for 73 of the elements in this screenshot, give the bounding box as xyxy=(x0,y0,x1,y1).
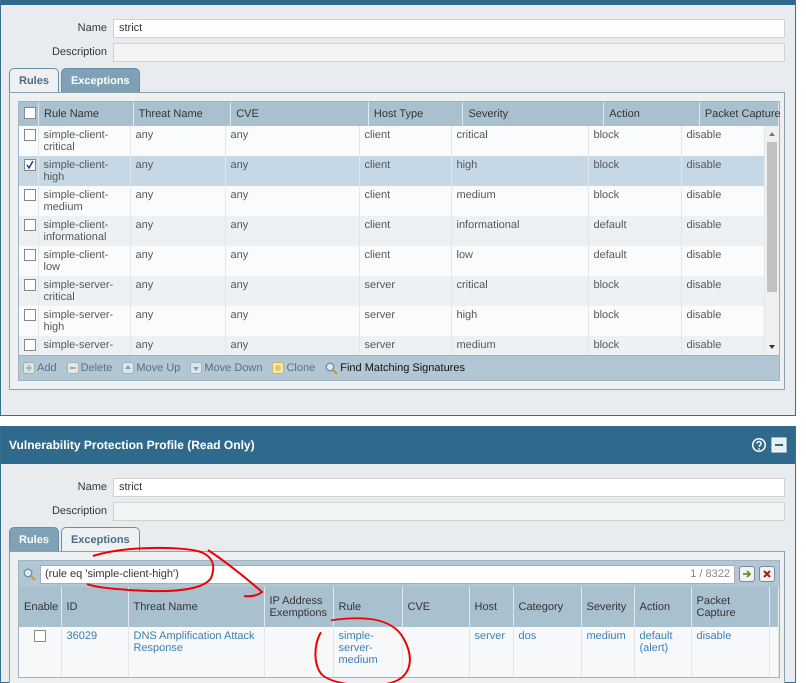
filter-field[interactable]: (rule eq 'simple-client-high') 1 / 8322 xyxy=(40,564,735,584)
tab[interactable]: Rules xyxy=(9,68,59,92)
description-field[interactable] xyxy=(113,502,785,520)
arrow-icon xyxy=(742,569,752,579)
table-row[interactable]: simple-server-critical any any server critical block disable xyxy=(19,276,765,306)
table-row[interactable]: simple-client-medium any any client medium block disable xyxy=(19,186,765,216)
column-header[interactable]: Enable xyxy=(19,587,61,627)
table-cell: dos xyxy=(513,627,581,677)
column-header[interactable]: Rule xyxy=(333,587,402,627)
field-label: Description xyxy=(50,505,107,517)
column-header[interactable]: CVE xyxy=(402,587,469,627)
checkbox[interactable] xyxy=(24,189,36,201)
tab[interactable]: Exceptions xyxy=(60,527,140,551)
table-row[interactable]: simple-client-low any any client low default disable xyxy=(19,246,765,276)
search-icon xyxy=(325,362,338,374)
scroll-down-icon[interactable] xyxy=(768,343,776,351)
column-header[interactable]: Threat Name xyxy=(128,587,264,627)
table-cell: disable xyxy=(691,627,769,677)
table-cell: DNS Amplification Attack Response xyxy=(128,627,264,677)
checkbox[interactable] xyxy=(24,106,36,118)
column-header[interactable]: Rule Name xyxy=(38,102,134,126)
help-icon[interactable] xyxy=(751,437,767,453)
table-row[interactable]: simple-server- any any server medium block disable xyxy=(19,336,765,355)
column-header[interactable]: Host Type xyxy=(368,102,463,126)
name-field[interactable]: strict xyxy=(113,478,785,496)
apply-filter-button[interactable] xyxy=(739,566,755,582)
checkbox[interactable] xyxy=(24,279,36,291)
column-header[interactable]: Packet Capture xyxy=(691,587,769,627)
toolbar-button[interactable]: Find Matching Signatures xyxy=(325,362,465,374)
name-field[interactable]: strict xyxy=(113,18,785,38)
window-title: Vulnerability Protection Profile (Read Only) xyxy=(9,438,255,452)
table-cell: server xyxy=(469,627,513,677)
scroll-up-icon[interactable] xyxy=(768,130,776,138)
plus-icon xyxy=(23,362,35,374)
filter-text: (rule eq 'simple-client-high') xyxy=(45,568,179,580)
column-header[interactable]: IP Address Exemptions xyxy=(264,587,333,627)
checkbox[interactable] xyxy=(24,159,36,171)
clone-icon xyxy=(272,362,284,374)
result-count: 1 / 8322 xyxy=(690,568,730,580)
column-header[interactable]: Action xyxy=(604,102,700,126)
field-label: Name xyxy=(76,481,107,493)
table-row[interactable]: simple-server-high any any server high block disable xyxy=(19,306,765,336)
table-row[interactable]: simple-client-critical any any client critical block disable xyxy=(19,126,765,156)
column-header[interactable]: Severity xyxy=(462,102,604,126)
table-row[interactable]: simple-client-informational any any client informational default disable xyxy=(19,216,765,246)
minus-icon xyxy=(66,362,79,374)
table-cell: simple-server-medium xyxy=(333,627,402,677)
close-icon xyxy=(762,569,772,579)
column-header[interactable]: ID xyxy=(61,587,128,627)
clear-filter-button[interactable] xyxy=(759,566,775,582)
checkbox[interactable] xyxy=(24,219,36,231)
column-header[interactable]: Threat Name xyxy=(133,102,231,126)
table-cell: medium xyxy=(581,627,634,677)
checkbox[interactable] xyxy=(24,249,36,261)
column-header[interactable]: Action xyxy=(634,587,691,627)
checkbox[interactable] xyxy=(24,339,36,351)
table-row[interactable]: simple-client-high any any client high block disable xyxy=(19,156,765,186)
minimize-icon[interactable] xyxy=(771,437,787,453)
column-header[interactable]: Category xyxy=(513,587,581,627)
column-header[interactable]: Packet Capture xyxy=(699,102,778,126)
column-header[interactable]: CVE xyxy=(230,102,368,126)
table-cell: 36029 xyxy=(61,627,128,677)
column-header[interactable]: Severity xyxy=(581,587,634,627)
description-field[interactable] xyxy=(113,42,785,62)
field-label: Description xyxy=(50,46,107,58)
scrollbar[interactable] xyxy=(765,126,779,355)
checkbox[interactable] xyxy=(24,129,36,141)
search-icon xyxy=(23,568,36,580)
checkbox[interactable] xyxy=(34,630,46,642)
table-cell: default (alert) xyxy=(634,627,691,677)
column-header[interactable]: Host xyxy=(469,587,513,627)
field-label: Name xyxy=(76,22,107,34)
checkbox[interactable] xyxy=(24,309,36,321)
